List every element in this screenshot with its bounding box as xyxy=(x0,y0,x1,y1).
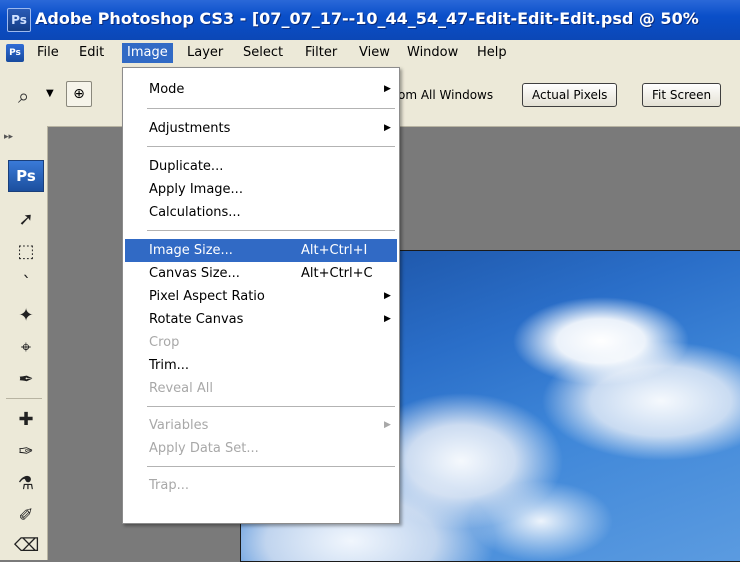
window-title: Adobe Photoshop CS3 - [07_07_17--10_44_5… xyxy=(35,9,699,28)
submenu-arrow-icon: ▶ xyxy=(384,314,391,324)
menu-item-pixel-aspect-ratio[interactable]: Pixel Aspect Ratio ▶ xyxy=(125,285,397,308)
menu-item-image-size[interactable]: Image Size... Alt+Ctrl+I xyxy=(125,239,397,262)
title-bar: Ps Adobe Photoshop CS3 - [07_07_17--10_4… xyxy=(0,0,740,40)
magic-wand-tool-icon[interactable]: ✦ xyxy=(14,304,38,328)
menu-item-trap: Trap... xyxy=(125,474,397,497)
menu-item-label: Apply Data Set... xyxy=(149,441,259,456)
healing-brush-tool-icon[interactable]: ✚ xyxy=(14,408,38,432)
zoom-in-icon[interactable]: ⊕ xyxy=(66,81,92,107)
menu-separator xyxy=(147,466,395,467)
menu-item-label: Canvas Size... xyxy=(149,266,240,281)
submenu-arrow-icon: ▶ xyxy=(384,291,391,301)
lasso-tool-icon[interactable]: ՝ xyxy=(14,272,38,296)
menu-item-label: Trim... xyxy=(149,358,190,373)
menu-item-label: Duplicate... xyxy=(149,159,224,174)
marquee-tool-icon[interactable]: ⬚ xyxy=(14,240,38,264)
crop-tool-icon[interactable]: ⌖ xyxy=(14,336,38,360)
submenu-arrow-icon: ▶ xyxy=(384,123,391,133)
zoom-tool-icon[interactable]: ⌕ xyxy=(18,84,29,108)
menu-item-canvas-size[interactable]: Canvas Size... Alt+Ctrl+C xyxy=(125,262,397,285)
document-icon[interactable]: Ps xyxy=(6,44,24,62)
toolbox-divider xyxy=(6,398,42,399)
menu-separator xyxy=(147,108,395,109)
menu-separator xyxy=(147,230,395,231)
menu-item-rotate-canvas[interactable]: Rotate Canvas ▶ xyxy=(125,308,397,331)
toolbox-grip-icon[interactable]: ▸▸ xyxy=(4,132,13,142)
menu-item-label: Calculations... xyxy=(149,205,241,220)
menu-item-label: Mode xyxy=(149,82,185,97)
move-tool-icon[interactable]: ➚ xyxy=(14,208,38,232)
menu-item-label: Trap... xyxy=(149,478,189,493)
menu-item-variables: Variables ▶ xyxy=(125,414,397,437)
menu-item-apply-image[interactable]: Apply Image... xyxy=(125,178,397,201)
slice-tool-icon[interactable]: ✒ xyxy=(14,368,38,392)
zoom-all-windows-label[interactable]: om All Windows xyxy=(398,88,493,102)
photoshop-logo[interactable]: Ps xyxy=(8,160,44,192)
menu-help[interactable]: Help xyxy=(472,43,512,63)
menu-separator xyxy=(147,146,395,147)
menu-item-shortcut: Alt+Ctrl+I xyxy=(301,243,368,258)
menu-item-label: Apply Image... xyxy=(149,182,243,197)
actual-pixels-button[interactable]: Actual Pixels xyxy=(522,83,618,107)
menu-edit[interactable]: Edit xyxy=(74,43,109,63)
brush-tool-icon[interactable]: ✑ xyxy=(14,440,38,464)
menu-item-shortcut: Alt+Ctrl+C xyxy=(301,266,373,281)
menu-item-duplicate[interactable]: Duplicate... xyxy=(125,155,397,178)
menu-item-label: Image Size... xyxy=(149,243,233,258)
eraser-tool-icon[interactable]: ⌫ xyxy=(14,534,39,558)
history-brush-tool-icon[interactable]: ✐ xyxy=(14,504,38,528)
image-menu-dropdown: Mode ▶ Adjustments ▶ Duplicate... Apply … xyxy=(122,67,400,524)
menu-item-label: Pixel Aspect Ratio xyxy=(149,289,265,304)
submenu-arrow-icon: ▶ xyxy=(384,420,391,430)
clone-stamp-tool-icon[interactable]: ⚗ xyxy=(14,472,38,496)
menu-item-label: Crop xyxy=(149,335,180,350)
tool-preset-dropdown-icon[interactable]: ▼ xyxy=(46,88,54,99)
menu-item-calculations[interactable]: Calculations... xyxy=(125,201,397,224)
menu-item-trim[interactable]: Trim... xyxy=(125,354,397,377)
menu-item-label: Reveal All xyxy=(149,381,213,396)
menu-separator xyxy=(147,406,395,407)
fit-screen-button[interactable]: Fit Screen xyxy=(642,83,722,107)
menu-item-crop: Crop xyxy=(125,331,397,354)
toolbox: ▸▸ Ps ➚ ⬚ ՝ ✦ ⌖ ✒ ✚ ✑ ⚗ ✐ ⌫ xyxy=(0,126,48,560)
menu-bar: Ps File Edit Image Layer Select Filter V… xyxy=(0,40,740,67)
menu-item-label: Adjustments xyxy=(149,121,231,136)
menu-item-apply-data-set: Apply Data Set... xyxy=(125,437,397,460)
menu-layer[interactable]: Layer xyxy=(182,43,228,63)
menu-filter[interactable]: Filter xyxy=(300,43,342,63)
photoshop-app-icon[interactable]: Ps xyxy=(7,8,31,32)
submenu-arrow-icon: ▶ xyxy=(384,84,391,94)
menu-image[interactable]: Image xyxy=(122,43,173,63)
menu-view[interactable]: View xyxy=(354,43,395,63)
menu-file[interactable]: File xyxy=(32,43,64,63)
menu-item-adjustments[interactable]: Adjustments ▶ xyxy=(125,117,397,140)
menu-item-mode[interactable]: Mode ▶ xyxy=(125,78,397,101)
menu-window[interactable]: Window xyxy=(402,43,463,63)
menu-item-label: Rotate Canvas xyxy=(149,312,244,327)
menu-select[interactable]: Select xyxy=(238,43,288,63)
menu-item-label: Variables xyxy=(149,418,209,433)
menu-item-reveal-all: Reveal All xyxy=(125,377,397,400)
